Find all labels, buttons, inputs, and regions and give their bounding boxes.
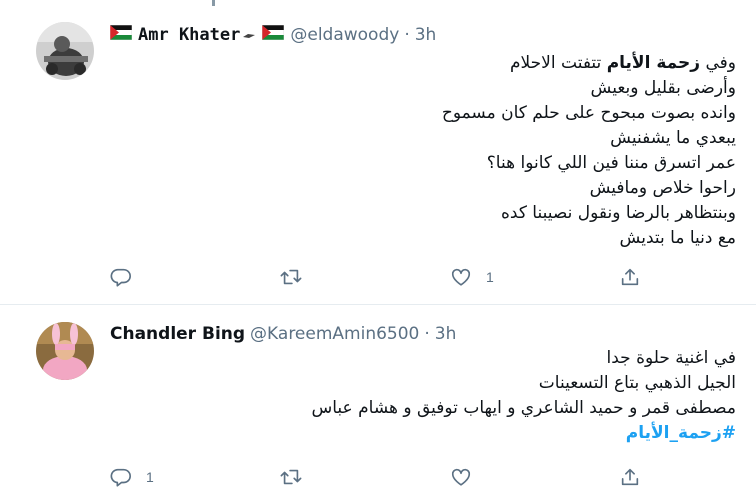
tweet-text: في اغنية حلوة جدا الجيل الذهبي بتاع التس…	[116, 346, 737, 446]
separator-dot: ·	[424, 324, 430, 344]
avatar[interactable]	[36, 22, 94, 80]
tweet-line: وبنتظاهر بالرضا ونقول نصيبنا كده	[500, 203, 736, 223]
reply-button[interactable]	[110, 262, 146, 292]
like-icon	[450, 266, 472, 288]
share-icon	[619, 466, 641, 488]
user-handle[interactable]: @KareemAmin6500	[250, 324, 419, 344]
tweet[interactable]: Amr Khater @eldawoody · 3h وفي زحمة الأي…	[0, 0, 756, 304]
reply-icon	[110, 466, 132, 488]
palestine-flag-icon	[262, 24, 285, 45]
like-count: 1	[486, 269, 494, 285]
timestamp[interactable]: 3h	[415, 25, 437, 45]
name-emoji-icon	[242, 25, 256, 45]
tweet-text: وفي زحمة الأيام تتفتت الاحلام وأرضى بقلي…	[116, 51, 736, 251]
share-button[interactable]	[619, 262, 641, 292]
tweet-line: وانده بصوت مبحوح على حلم كان مسموح	[441, 103, 736, 123]
like-icon	[450, 466, 472, 488]
like-button[interactable]	[450, 462, 486, 492]
avatar[interactable]	[36, 322, 94, 380]
share-icon	[619, 266, 641, 288]
tweet-actions: 1	[0, 262, 756, 292]
tweet[interactable]: Chandler Bing @KareemAmin6500 · 3h في اغ…	[0, 305, 756, 499]
retweet-button[interactable]	[279, 262, 317, 292]
tweet-line: مع دنيا ما بتديش	[619, 228, 736, 248]
tweet-line: وفي زحمة الأيام تتفتت الاحلام	[510, 53, 736, 73]
tweet-line: راحوا خلاص ومافيش	[589, 178, 736, 198]
share-button[interactable]	[619, 462, 641, 492]
tweet-header: Chandler Bing @KareemAmin6500 · 3h	[110, 322, 456, 346]
tweet-line: الجيل الذهبي بتاع التسعينات	[538, 373, 736, 393]
tweet-actions: 1	[0, 462, 756, 492]
tweet-line: وأرضى بقليل وبعيش	[590, 78, 736, 98]
reply-button[interactable]: 1	[110, 462, 154, 492]
hashtag-link[interactable]: #زحمة_الأيام	[116, 421, 736, 446]
palestine-flag-icon	[109, 24, 133, 45]
timestamp[interactable]: 3h	[435, 324, 457, 344]
tweet-header: Amr Khater @eldawoody · 3h	[109, 23, 437, 47]
retweet-button[interactable]	[279, 462, 317, 492]
retweet-icon	[279, 466, 303, 488]
reply-count: 1	[146, 469, 154, 485]
retweet-icon	[279, 266, 303, 288]
reply-icon	[110, 266, 132, 288]
tweet-line: في اغنية حلوة جدا	[606, 348, 736, 368]
display-name[interactable]: Chandler Bing	[110, 324, 245, 344]
user-handle[interactable]: @eldawoody	[290, 25, 399, 45]
separator-dot: ·	[404, 25, 410, 45]
like-button[interactable]: 1	[450, 262, 494, 292]
tweet-line: مصطفى قمر و حميد الشاعري و ايهاب توفيق و…	[311, 398, 737, 418]
timeline-feed: Amr Khater @eldawoody · 3h وفي زحمة الأي…	[0, 0, 756, 499]
tweet-line: عمر اتسرق مننا فين اللي كانوا هنا؟	[486, 153, 736, 173]
tweet-line: يبعدي ما يشفنيش	[610, 128, 736, 148]
display-name[interactable]: Amr Khater	[138, 25, 240, 45]
